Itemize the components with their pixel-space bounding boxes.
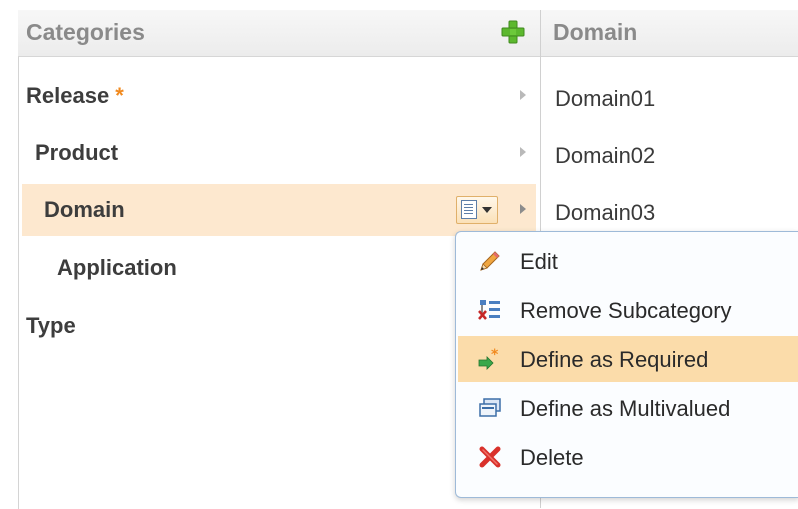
define-required-icon: * (478, 347, 499, 370)
categories-title: Categories (26, 19, 145, 45)
category-row-product[interactable]: Product (22, 127, 536, 179)
required-marker: * (115, 83, 124, 108)
domain-item[interactable]: Domain03 (555, 200, 655, 226)
category-label: Type (26, 313, 76, 338)
svg-text:*: * (491, 347, 499, 363)
category-row-domain[interactable]: Domain (22, 184, 536, 236)
category-label: Application (57, 255, 177, 280)
menu-item-remove-subcategory[interactable]: Remove Subcategory (458, 287, 798, 333)
document-icon (461, 200, 477, 219)
categories-header: Categories (18, 10, 540, 57)
menu-item-define-required[interactable]: * Define as Required (458, 336, 798, 382)
menu-item-label: Delete (520, 445, 584, 470)
chevron-down-icon (482, 207, 492, 213)
expand-arrow-icon[interactable] (520, 147, 526, 157)
menu-item-define-multivalued[interactable]: Define as Multivalued (458, 385, 798, 431)
category-row-release[interactable]: Release * (22, 70, 536, 122)
pencil-icon (480, 251, 500, 271)
domain-item[interactable]: Domain02 (555, 143, 655, 169)
menu-item-label: Remove Subcategory (520, 298, 732, 323)
menu-item-edit[interactable]: Edit (458, 238, 798, 284)
remove-subcategory-icon (478, 300, 500, 320)
expand-arrow-icon[interactable] (520, 204, 526, 214)
category-menu-button[interactable] (456, 196, 498, 224)
category-label: Domain (44, 197, 125, 222)
menu-item-label: Edit (520, 249, 558, 274)
expand-arrow-icon[interactable] (520, 90, 526, 100)
category-label: Product (35, 140, 119, 165)
add-category-icon[interactable] (500, 19, 526, 45)
category-label: Release (26, 83, 110, 108)
domain-item[interactable]: Domain01 (555, 86, 655, 112)
context-menu: Edit Remove Subcategory * Define as Requ… (455, 231, 798, 498)
menu-item-delete[interactable]: Delete (458, 434, 798, 480)
menu-item-label: Define as Multivalued (520, 396, 731, 421)
domain-title: Domain (553, 19, 638, 45)
define-multivalued-icon (479, 398, 501, 417)
domain-header: Domain (541, 10, 798, 57)
delete-x-icon (479, 446, 501, 468)
menu-item-label: Define as Required (520, 347, 709, 372)
